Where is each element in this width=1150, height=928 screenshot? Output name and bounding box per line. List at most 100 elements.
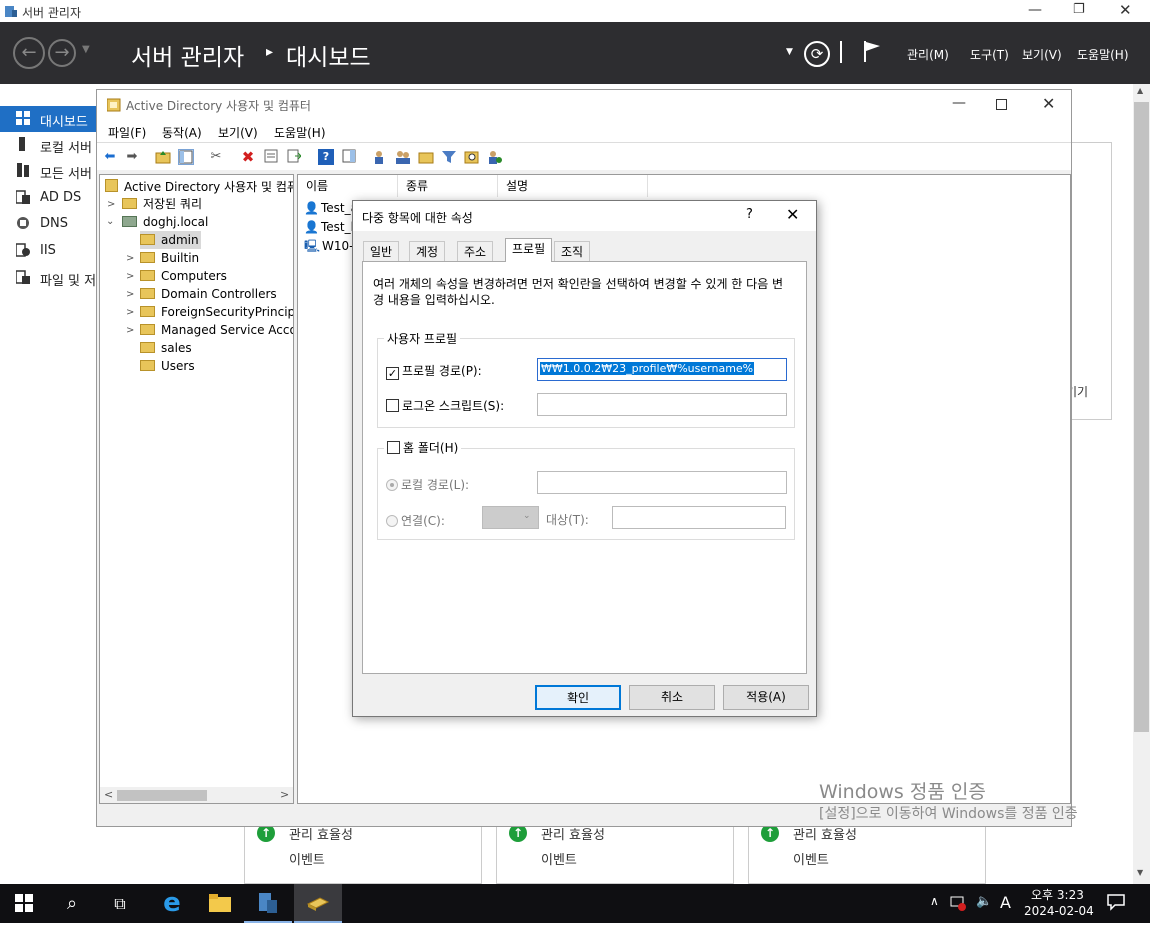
forward-button[interactable]: → <box>48 39 76 67</box>
help-icon[interactable]: ? <box>318 149 334 165</box>
aduc-close-button[interactable]: ✕ <box>1042 94 1055 113</box>
file-explorer-icon[interactable] <box>196 884 244 923</box>
ok-button[interactable]: 확인 <box>535 685 621 710</box>
tree-item-users[interactable]: Users <box>140 357 195 375</box>
new-user-icon[interactable] <box>372 149 388 165</box>
scroll-up-icon[interactable]: ▲ <box>1137 86 1143 95</box>
sidebar-item-all-servers[interactable]: 모든 서버 <box>0 158 98 184</box>
back-arrow-icon[interactable]: ⬅ <box>102 149 118 165</box>
expand-arrow-icon[interactable]: > <box>107 199 115 210</box>
find-icon[interactable] <box>464 149 480 165</box>
target-input[interactable] <box>612 506 786 529</box>
export-list-icon[interactable] <box>286 149 302 165</box>
apply-button[interactable]: 적용(A) <box>723 685 809 710</box>
scrollbar-thumb[interactable] <box>1134 102 1149 732</box>
ime-indicator[interactable]: A <box>1000 893 1011 912</box>
tree-scroll-thumb[interactable] <box>117 790 207 801</box>
clock-date[interactable]: 2024-02-04 <box>1024 904 1094 918</box>
sidebar-item-ad-ds[interactable]: AD DS <box>0 185 98 211</box>
server-tile[interactable]: ↑ 관리 효율성 이벤트 <box>748 824 986 884</box>
notifications-flag-icon[interactable] <box>862 39 882 66</box>
list-item[interactable]: 👤 Test_b <box>304 218 358 236</box>
back-button[interactable]: ← <box>13 37 45 69</box>
refresh-icon[interactable]: ⟳ <box>804 41 830 67</box>
radio-unselected-icon[interactable] <box>386 515 398 527</box>
tile-events[interactable]: 이벤트 <box>793 849 829 868</box>
checkbox-checked-icon[interactable]: ✓ <box>386 367 399 380</box>
tree-item-domain-controllers[interactable]: Domain Controllers <box>140 285 277 303</box>
aduc-menu-action[interactable]: 동작(A) <box>162 124 202 141</box>
expand-arrow-icon[interactable]: > <box>126 271 134 282</box>
tree-root[interactable]: Active Directory 사용자 및 컴퓨터 <box>105 178 293 196</box>
refresh-dropdown-icon[interactable]: ▼ <box>786 47 793 57</box>
tree-item-computers[interactable]: Computers <box>140 267 227 285</box>
column-header-type[interactable]: 종류 <box>398 175 498 197</box>
start-button[interactable] <box>0 884 48 923</box>
notification-center-icon[interactable] <box>1107 893 1125 914</box>
show-hidden-icons-chevron[interactable]: ∧ <box>930 894 939 908</box>
drive-letter-select[interactable]: ⌄ <box>482 506 539 529</box>
menu-help[interactable]: 도움말(H) <box>1077 46 1129 63</box>
search-icon[interactable]: ⌕ <box>48 884 96 923</box>
tab-address[interactable]: 주소 <box>457 241 494 261</box>
expand-arrow-icon[interactable]: > <box>126 325 134 336</box>
history-dropdown-icon[interactable]: ▼ <box>82 44 90 55</box>
tree-item-managed-service-accounts[interactable]: Managed Service Accounts <box>140 321 293 339</box>
list-item[interactable]: 👤 Test_a <box>304 199 358 217</box>
clock-time[interactable]: 오후 3:23 <box>1031 886 1084 903</box>
cut-icon[interactable]: ✂ <box>208 149 224 165</box>
scroll-right-icon[interactable]: > <box>280 788 289 801</box>
tree-item-sales[interactable]: sales <box>140 339 192 357</box>
tile-events[interactable]: 이벤트 <box>541 849 577 868</box>
action-pane-icon[interactable] <box>341 149 357 165</box>
add-to-group-icon[interactable] <box>487 149 503 165</box>
checkbox-unchecked-icon[interactable] <box>387 441 400 454</box>
aduc-taskbar-icon[interactable] <box>294 884 342 923</box>
aduc-maximize-button[interactable] <box>996 99 1007 110</box>
new-group-icon[interactable] <box>395 149 411 165</box>
column-header-name[interactable]: 이름 <box>298 175 398 197</box>
cancel-button[interactable]: 취소 <box>629 685 715 710</box>
filter-icon[interactable] <box>441 149 457 165</box>
tree-item-builtin[interactable]: Builtin <box>140 249 199 267</box>
tree-item-saved-queries[interactable]: 저장된 쿼리 <box>122 195 202 213</box>
properties-icon[interactable] <box>263 149 279 165</box>
delete-icon[interactable]: ✖ <box>240 149 256 165</box>
sidebar-item-dashboard[interactable]: 대시보드 <box>0 106 98 132</box>
sidebar-item-dns[interactable]: DNS <box>0 211 98 237</box>
menu-manage[interactable]: 관리(M) <box>907 46 949 63</box>
network-icon[interactable] <box>950 895 966 914</box>
tree-item-admin[interactable]: admin <box>140 231 201 249</box>
server-manager-taskbar-icon[interactable] <box>244 884 292 923</box>
column-header-description[interactable]: 설명 <box>498 175 648 197</box>
scroll-down-icon[interactable]: ▼ <box>1137 868 1143 877</box>
aduc-minimize-button[interactable]: — <box>952 95 966 111</box>
collapse-arrow-icon[interactable]: ⌄ <box>106 216 114 227</box>
minimize-button[interactable]: — <box>1028 2 1042 18</box>
aduc-menu-help[interactable]: 도움말(H) <box>274 124 326 141</box>
dialog-help-button[interactable]: ? <box>746 207 753 222</box>
tab-general[interactable]: 일반 <box>363 241 400 261</box>
sidebar-item-local-server[interactable]: 로컬 서버 <box>0 132 98 158</box>
internet-explorer-icon[interactable]: e <box>148 884 196 923</box>
up-folder-icon[interactable] <box>155 149 171 165</box>
connect-radio[interactable]: 연결(C): <box>386 512 445 529</box>
tree-item-domain[interactable]: doghj.local <box>122 213 208 231</box>
sidebar-item-file-storage[interactable]: 파일 및 저장소 서비스 <box>0 265 160 291</box>
expand-arrow-icon[interactable]: > <box>126 307 134 318</box>
local-path-radio[interactable]: 로컬 경로(L): <box>386 476 469 493</box>
task-view-icon[interactable]: ⧉ <box>96 884 144 923</box>
tree-item-foreign-security-principals[interactable]: ForeignSecurityPrincipals <box>140 303 293 321</box>
tree-hscrollbar[interactable]: < > <box>100 787 293 803</box>
tile-events[interactable]: 이벤트 <box>289 849 325 868</box>
aduc-menu-file[interactable]: 파일(F) <box>108 124 146 141</box>
logon-script-checkbox[interactable]: 로그온 스크립트(S): <box>386 397 504 414</box>
tab-profile[interactable]: 프로필 <box>505 238 553 262</box>
sidebar-item-iis[interactable]: IIS <box>0 238 98 264</box>
home-folder-checkbox[interactable]: 홈 폴더(H) <box>384 439 462 456</box>
maximize-button[interactable]: ❐ <box>1073 2 1085 17</box>
aduc-menu-view[interactable]: 보기(V) <box>218 124 258 141</box>
dialog-close-button[interactable]: ✕ <box>786 205 799 224</box>
forward-arrow-icon[interactable]: ➡ <box>124 149 140 165</box>
tab-organization[interactable]: 조직 <box>554 241 591 261</box>
